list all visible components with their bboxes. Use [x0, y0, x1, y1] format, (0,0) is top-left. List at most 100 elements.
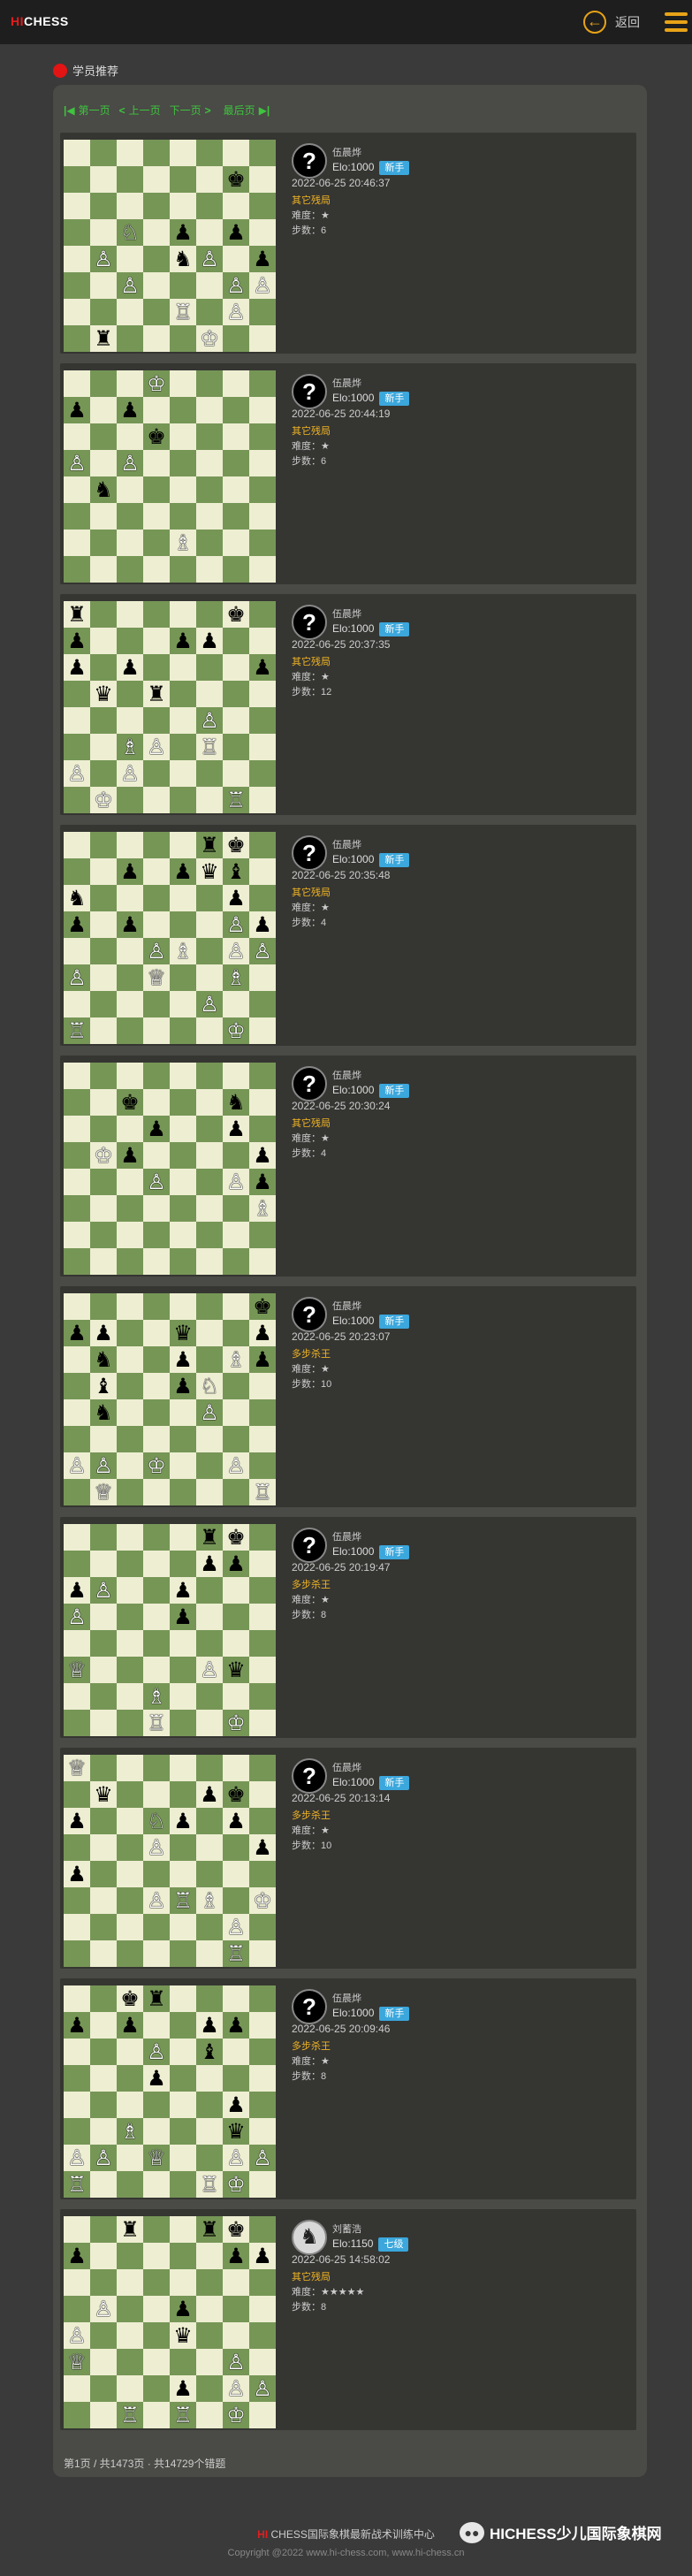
avatar[interactable]: ? [292, 1528, 327, 1563]
puzzle-category[interactable]: 其它残局 [292, 193, 331, 207]
chess-board[interactable]: ♚ ♘ ♟ ♟ ♙ ♞ ♙ ♟ ♙ ♙ ♙ ♖ ♙ ♜ ♔ [64, 140, 276, 352]
board-square [64, 1195, 90, 1222]
board-square [90, 1985, 117, 2012]
white-knight-icon: ♘ [143, 1808, 170, 1834]
board-square [90, 707, 117, 734]
puzzle-card[interactable]: ♚ ♞ ♟ ♟ ♔ ♟ ♟ ♙ ♙ ♟ ♗? 伍晨烨 Elo:1000 新手 2022-06-25 20:3… [60, 1056, 636, 1277]
board-square [223, 1755, 249, 1781]
prev-page-link[interactable]: < 上一页 [119, 103, 161, 118]
puzzle-category[interactable]: 其它残局 [292, 654, 331, 668]
white-king-icon: ♔ [90, 787, 117, 813]
board-square [143, 530, 170, 556]
avatar[interactable]: ? [292, 1066, 327, 1101]
black-pawn-icon: ♟ [143, 1116, 170, 1142]
board-square [90, 1426, 117, 1452]
puzzle-card[interactable]: ♚ ♜ ♟ ♟ ♟ ♟ ♙ ♝ ♟ ♟ ♗ ♛ ♙ ♙ ♕ ♙ ♙ ♖ ♖ ♔? 伍晨烨 Elo:1000 新手 2022-0… [60, 1978, 636, 2199]
puzzle-category[interactable]: 其它残局 [292, 423, 331, 438]
board-square [249, 2092, 276, 2118]
puzzle-card[interactable]: ♕ ♛ ♟ ♚ ♟ ♘ ♟ ♟ ♙ ♟ ♟ ♙ ♖ ♗ ♔ ♙ ♖? 伍晨烨 Elo:1000 新手 2022-06-2… [60, 1748, 636, 1969]
puzzle-category[interactable]: 多步杀王 [292, 2039, 331, 2053]
puzzle-category[interactable]: 多步杀王 [292, 1577, 331, 1591]
avatar[interactable]: ? [292, 605, 327, 640]
puzzle-card[interactable]: ♜ ♚ ♟ ♟ ♟ ♟ ♟ ♟ ♛ ♜ ♙ ♗ ♙ ♖ ♙ ♙ ♔ ♖? 伍晨烨 Elo:1000 新手 2022-06-… [60, 594, 636, 815]
board-square [170, 2039, 196, 2065]
elo-rating: Elo:1150 七级 [332, 2237, 409, 2252]
puzzle-card[interactable]: ♜ ♚ ♟ ♟ ♟ ♙ ♟ ♙ ♟ ♕ ♙ ♛ ♗ ♖ ♔? 伍晨烨 Elo:1000 新手 2022-06-25 … [60, 1517, 636, 1738]
board-square [64, 1551, 90, 1577]
black-queen-icon: ♛ [170, 1320, 196, 1346]
avatar[interactable]: ? [292, 374, 327, 409]
board-square [64, 734, 90, 760]
first-page-link[interactable]: |◀ 第一页 [64, 103, 110, 118]
puzzle-category[interactable]: 其它残局 [292, 2269, 331, 2283]
board-square [117, 1657, 143, 1683]
board-square [170, 2171, 196, 2198]
avatar[interactable]: ? [292, 835, 327, 871]
black-pawn-icon: ♟ [223, 1808, 249, 1834]
board-square [90, 2216, 117, 2243]
puzzle-category[interactable]: 多步杀王 [292, 1808, 331, 1822]
next-page-link[interactable]: 下一页 > [170, 103, 215, 118]
puzzle-category[interactable]: 多步杀王 [292, 1346, 331, 1360]
avatar[interactable]: ? [292, 1989, 327, 2024]
board-square [117, 530, 143, 556]
white-rook-icon: ♖ [170, 299, 196, 325]
chess-board[interactable]: ♜ ♚ ♟ ♟ ♟ ♙ ♟ ♙ ♟ ♕ ♙ ♛ ♗ ♖ ♔ [64, 1524, 276, 1736]
white-rook-icon: ♖ [170, 2402, 196, 2428]
board-square [170, 423, 196, 450]
chess-board[interactable]: ♚ ♟ ♟ ♛ ♟ ♞ ♟ ♗ ♟ ♝ ♟ ♘ ♞ ♙ ♙ ♙ ♔ ♙ ♕ ♖ [64, 1293, 276, 1505]
avatar[interactable]: ? [292, 1758, 327, 1794]
board-square [223, 530, 249, 556]
site-logo[interactable]: HICHESS [11, 14, 69, 28]
board-square [170, 654, 196, 681]
chess-board[interactable]: ♜ ♚ ♟ ♟ ♛ ♝ ♞ ♟ ♟ ♟ ♙ ♟ ♙ ♗ ♙ ♙ ♙ ♕ ♗ ♙ ♖ ♔ [64, 832, 276, 1044]
board-square [117, 1063, 143, 1089]
author-name: 伍晨烨 [332, 378, 361, 389]
board-square [170, 1248, 196, 1275]
board-square [143, 1657, 170, 1683]
avatar[interactable]: ? [292, 143, 327, 179]
board-square [90, 1604, 117, 1630]
chess-board[interactable]: ♚ ♜ ♟ ♟ ♟ ♟ ♙ ♝ ♟ ♟ ♗ ♛ ♙ ♙ ♕ ♙ ♙ ♖ ♖ ♔ [64, 1985, 276, 2198]
board-square [64, 1834, 90, 1861]
black-pawn-icon: ♟ [170, 1808, 196, 1834]
avatar[interactable]: ? [292, 1297, 327, 1332]
chess-board[interactable]: ♔ ♟ ♟ ♚ ♙ ♙ ♞ ♗ [64, 370, 276, 583]
chess-board[interactable]: ♕ ♛ ♟ ♚ ♟ ♘ ♟ ♟ ♙ ♟ ♟ ♙ ♖ ♗ ♔ ♙ ♖ [64, 1755, 276, 1967]
back-button[interactable]: ← 返回 [583, 9, 647, 35]
puzzle-category[interactable]: 其它残局 [292, 885, 331, 899]
puzzle-difficulty: 难度：★ [292, 1825, 330, 1836]
puzzle-card[interactable]: ♜ ♜ ♚ ♟ ♟ ♟ ♙ ♟ ♙ ♛ ♕ ♙ ♟ ♙ ♙ ♖ ♖ ♔ ♞ 刘蓄浩 Elo:1150 七级 2022-06-… [60, 2209, 636, 2430]
puzzle-date: 2022-06-25 20:30:24 [292, 1100, 391, 1112]
board-square [64, 2375, 90, 2402]
board-square [117, 1630, 143, 1657]
chess-board[interactable]: ♜ ♚ ♟ ♟ ♟ ♟ ♟ ♟ ♛ ♜ ♙ ♗ ♙ ♖ ♙ ♙ ♔ ♖ [64, 601, 276, 813]
puzzle-category[interactable]: 其它残局 [292, 1116, 331, 1130]
puzzle-difficulty: 难度：★ [292, 672, 330, 682]
board-square [143, 654, 170, 681]
board-square [223, 246, 249, 272]
board-square [196, 476, 223, 503]
board-square [64, 423, 90, 450]
board-square [249, 2349, 276, 2375]
board-square [170, 450, 196, 476]
black-pawn-icon: ♟ [249, 911, 276, 938]
hamburger-menu-icon[interactable] [665, 12, 688, 32]
board-square [90, 1630, 117, 1657]
white-pawn-icon: ♙ [64, 964, 90, 991]
puzzle-card[interactable]: ♚ ♘ ♟ ♟ ♙ ♞ ♙ ♟ ♙ ♙ ♙ ♖ ♙ ♜ ♔? 伍晨烨 Elo:1000 新手 2022-06-25 … [60, 133, 636, 354]
back-label: 返回 [615, 15, 640, 29]
black-knight-icon: ♞ [90, 1346, 117, 1373]
board-square [64, 1116, 90, 1142]
board-square [143, 2296, 170, 2322]
puzzle-card[interactable]: ♚ ♟ ♟ ♛ ♟ ♞ ♟ ♗ ♟ ♝ ♟ ♘ ♞ ♙ ♙ ♙ ♔ ♙ ♕ ♖? 伍晨烨 Elo:1000 新手 2022-0… [60, 1286, 636, 1507]
avatar[interactable]: ♞ [292, 2220, 327, 2255]
black-pawn-icon: ♟ [223, 885, 249, 911]
puzzle-card[interactable]: ♜ ♚ ♟ ♟ ♛ ♝ ♞ ♟ ♟ ♟ ♙ ♟ ♙ ♗ ♙ ♙ ♙ ♕ ♗ ♙ ♖ ♔? 伍晨烨 Elo:1000 新手 2022… [60, 825, 636, 1046]
chess-board[interactable]: ♚ ♞ ♟ ♟ ♔ ♟ ♟ ♙ ♙ ♟ ♗ [64, 1063, 276, 1275]
chess-board[interactable]: ♜ ♜ ♚ ♟ ♟ ♟ ♙ ♟ ♙ ♛ ♕ ♙ ♟ ♙ ♙ ♖ ♖ ♔ [64, 2216, 276, 2428]
puzzle-card[interactable]: ♔ ♟ ♟ ♚ ♙ ♙ ♞ ♗? 伍晨烨 Elo:1000 新手 2022-06-25 20:44:1… [60, 363, 636, 584]
board-square [196, 1089, 223, 1116]
last-page-link[interactable]: 最后页 ▶| [224, 103, 274, 118]
board-square [117, 2375, 143, 2402]
